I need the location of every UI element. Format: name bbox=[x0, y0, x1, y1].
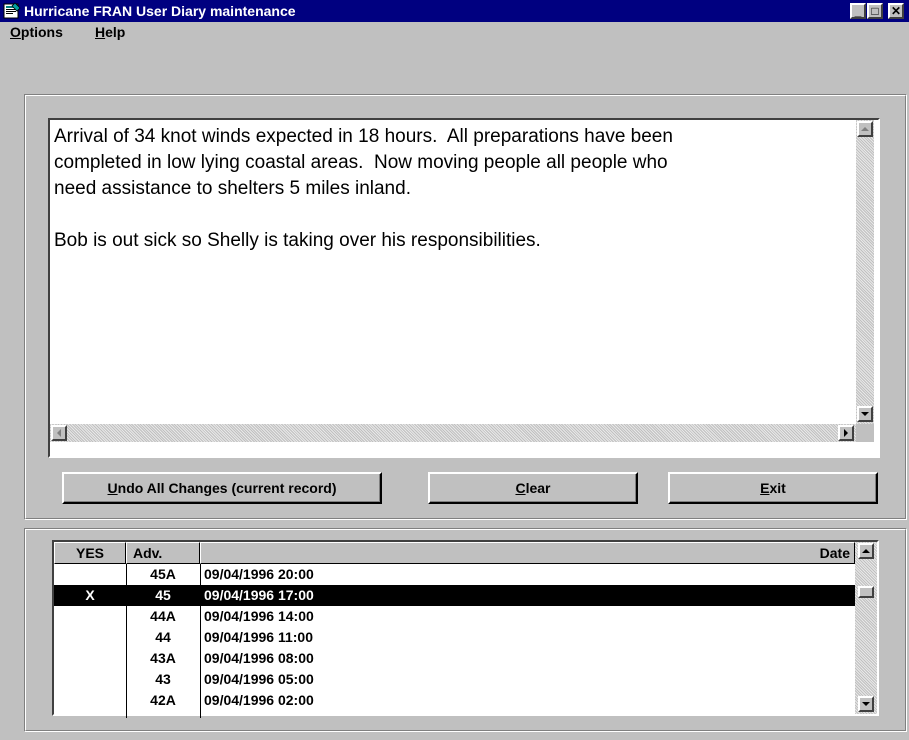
menu-help[interactable]: Help bbox=[95, 24, 125, 40]
table-row[interactable]: 45A 09/04/1996 20:00 bbox=[54, 564, 855, 585]
scroll-left-icon bbox=[57, 429, 61, 437]
cell-date: 09/04/1996 08:00 bbox=[204, 650, 314, 666]
scroll-corner bbox=[856, 424, 874, 442]
menu-options-label: ptions bbox=[20, 24, 63, 40]
grid-scroll-down-icon bbox=[862, 702, 870, 706]
cell-adv: 45 bbox=[155, 587, 171, 603]
menu-options[interactable]: Options bbox=[10, 24, 63, 40]
column-header-date[interactable]: Date bbox=[200, 542, 855, 564]
cell-date: 09/04/1996 02:00 bbox=[204, 692, 314, 708]
diary-text[interactable]: Arrival of 34 knot winds expected in 18 … bbox=[54, 124, 844, 254]
scroll-up-button[interactable] bbox=[857, 121, 873, 137]
column-header-yes[interactable]: YES bbox=[54, 542, 126, 564]
exit-label: xit bbox=[769, 480, 786, 496]
scroll-right-button[interactable] bbox=[838, 425, 854, 441]
table-row[interactable]: 43 09/04/1996 05:00 bbox=[54, 669, 855, 690]
grid-scroll-thumb[interactable] bbox=[858, 586, 874, 598]
grid-scroll-up-icon bbox=[862, 549, 870, 553]
cell-adv: 44 bbox=[155, 629, 171, 645]
app-icon[interactable] bbox=[3, 2, 21, 20]
grid-scroll-down-button[interactable] bbox=[858, 696, 874, 712]
table-row[interactable]: X 45 09/04/1996 17:00 bbox=[54, 585, 855, 606]
grid-rows: 45A 09/04/1996 20:00 X 45 09/04/1996 17:00 44… bbox=[54, 564, 855, 714]
cell-adv: 43 bbox=[155, 671, 171, 687]
table-row[interactable]: 44 09/04/1996 11:00 bbox=[54, 627, 855, 648]
grid-scroll-up-button[interactable] bbox=[858, 543, 874, 559]
cell-date: 09/04/1996 14:00 bbox=[204, 608, 314, 624]
undo-mnemonic: U bbox=[107, 480, 118, 496]
column-divider bbox=[126, 564, 127, 718]
cell-yes: X bbox=[85, 587, 95, 603]
menu-options-mnemonic: O bbox=[10, 24, 21, 40]
table-row[interactable]: 44A 09/04/1996 14:00 bbox=[54, 606, 855, 627]
exit-button[interactable]: Exit bbox=[668, 472, 878, 504]
cell-yes bbox=[54, 606, 126, 627]
close-button[interactable]: ✕ bbox=[888, 3, 904, 19]
minimize-button[interactable]: _ bbox=[850, 3, 866, 19]
undo-all-changes-button[interactable]: Undo All Changes (current record) bbox=[62, 472, 382, 504]
maximize-button[interactable]: □ bbox=[867, 3, 883, 19]
cell-date: 09/04/1996 17:00 bbox=[204, 587, 314, 603]
close-icon: ✕ bbox=[890, 4, 902, 18]
minimize-icon: _ bbox=[854, 4, 862, 18]
diary-horizontal-scrollbar[interactable] bbox=[50, 424, 856, 442]
scroll-up-icon bbox=[861, 127, 869, 131]
undo-label: ndo All Changes (current record) bbox=[117, 480, 337, 496]
diary-textarea[interactable]: Arrival of 34 knot winds expected in 18 … bbox=[48, 118, 880, 458]
menu-help-label: elp bbox=[105, 24, 126, 40]
scroll-right-icon bbox=[844, 429, 848, 437]
scroll-down-icon bbox=[861, 412, 869, 416]
cell-adv: 43A bbox=[150, 650, 176, 666]
window-title: Hurricane FRAN User Diary maintenance bbox=[24, 3, 296, 19]
maximize-icon: □ bbox=[871, 4, 879, 18]
cell-date: 09/04/1996 11:00 bbox=[204, 629, 313, 645]
title-bar: Hurricane FRAN User Diary maintenance _ … bbox=[0, 0, 909, 22]
menu-bar: Options Help bbox=[0, 22, 909, 44]
clear-label: lear bbox=[525, 480, 551, 496]
menu-help-mnemonic: H bbox=[95, 24, 106, 40]
table-row[interactable]: 42A 09/04/1996 02:00 bbox=[54, 690, 855, 711]
cell-yes bbox=[54, 669, 126, 690]
grid-vertical-scrollbar[interactable] bbox=[855, 542, 877, 714]
column-divider bbox=[200, 564, 201, 718]
table-row[interactable]: 43A 09/04/1996 08:00 bbox=[54, 648, 855, 669]
clear-mnemonic: C bbox=[515, 480, 526, 496]
cell-adv: 44A bbox=[150, 608, 176, 624]
cell-adv: 42A bbox=[150, 692, 176, 708]
cell-yes bbox=[54, 564, 126, 585]
cell-yes bbox=[54, 690, 126, 711]
clear-button[interactable]: Clear bbox=[428, 472, 638, 504]
cell-yes bbox=[54, 627, 126, 648]
cell-adv: 45A bbox=[150, 566, 176, 582]
column-header-adv[interactable]: Adv. bbox=[126, 542, 200, 564]
scroll-left-button[interactable] bbox=[51, 425, 67, 441]
cell-date: 09/04/1996 05:00 bbox=[204, 671, 314, 687]
scroll-down-button[interactable] bbox=[857, 406, 873, 422]
cell-yes bbox=[54, 648, 126, 669]
advisory-grid[interactable]: YES Adv. Date 45A 09/04/1996 20:00 X 45 09/0… bbox=[52, 540, 879, 718]
exit-mnemonic: E bbox=[760, 480, 770, 496]
diary-vertical-scrollbar[interactable] bbox=[856, 120, 874, 424]
cell-date: 09/04/1996 20:00 bbox=[204, 566, 314, 582]
